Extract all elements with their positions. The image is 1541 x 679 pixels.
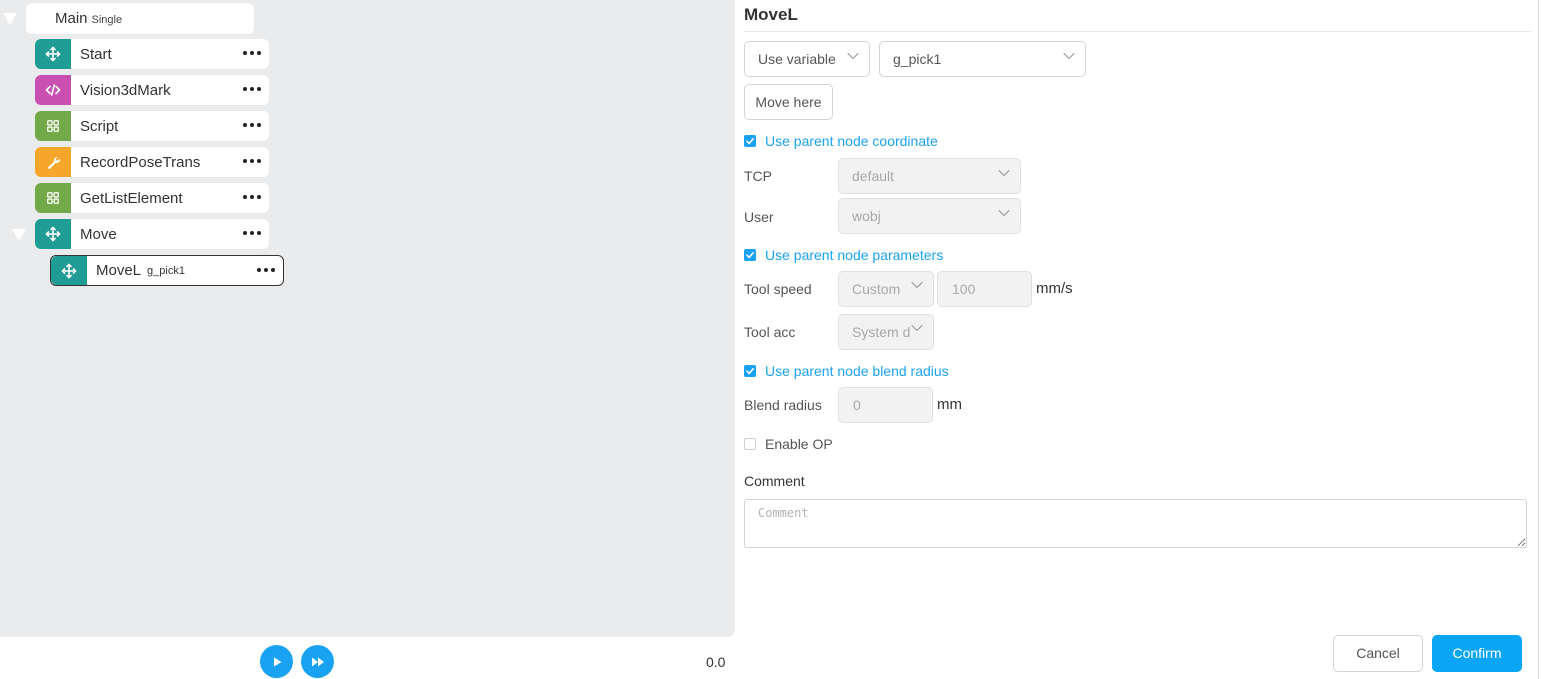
- user-select[interactable]: wobj: [838, 198, 1021, 234]
- tree-node-label: Start: [80, 45, 112, 63]
- tree-node-script[interactable]: Script: [35, 111, 269, 141]
- tree-node-label: MoveL: [96, 262, 142, 279]
- move-arrows-icon: [51, 256, 87, 285]
- tool-speed-mode-value: Custom: [852, 281, 901, 297]
- checkbox-unchecked-icon: [744, 438, 756, 450]
- more-options-icon[interactable]: [243, 46, 261, 60]
- variable-select-value: g_pick1: [893, 51, 942, 67]
- title-divider: [744, 31, 1531, 32]
- use-parent-parameters-checkbox[interactable]: Use parent node parameters: [744, 247, 943, 263]
- fast-forward-button[interactable]: [301, 645, 334, 678]
- source-select[interactable]: Use variable: [744, 41, 870, 77]
- more-options-icon[interactable]: [243, 82, 261, 96]
- move-arrows-icon: [35, 39, 71, 69]
- tree-node-main-sub: Single: [91, 14, 123, 26]
- source-select-value: Use variable: [758, 51, 836, 67]
- tree-node-main-label: Main: [55, 10, 88, 27]
- tool-acc-value: System d: [852, 324, 911, 340]
- tree-node-recordposetrans[interactable]: RecordPoseTrans: [35, 147, 269, 177]
- use-parent-blend-checkbox[interactable]: Use parent node blend radius: [744, 363, 949, 379]
- grid-icon: [35, 111, 71, 141]
- program-tree-panel: Main Single Start Vision3dMark Script Rec…: [0, 0, 735, 637]
- chevron-down-icon: [847, 52, 859, 60]
- enable-op-label: Enable OP: [765, 436, 833, 452]
- tree-node-vision3dmark[interactable]: Vision3dMark: [35, 75, 269, 105]
- tool-acc-select[interactable]: System d: [838, 314, 934, 350]
- tool-speed-input[interactable]: 100: [937, 271, 1032, 307]
- tree-node-move[interactable]: Move: [35, 219, 269, 249]
- collapse-move-caret-icon[interactable]: [12, 229, 26, 241]
- checkbox-checked-icon: [744, 135, 756, 147]
- user-select-value: wobj: [852, 208, 881, 224]
- grid-icon: [35, 183, 71, 213]
- fast-forward-icon: [311, 657, 324, 666]
- use-parent-coordinate-checkbox[interactable]: Use parent node coordinate: [744, 133, 938, 149]
- tree-node-label: Move: [80, 225, 117, 243]
- tree-node-movel[interactable]: MoveL g_pick1: [50, 255, 284, 286]
- more-options-icon[interactable]: [243, 190, 261, 204]
- chevron-down-icon: [911, 281, 923, 289]
- move-here-button[interactable]: Move here: [744, 84, 833, 120]
- wrench-icon: [35, 147, 71, 177]
- tool-acc-label: Tool acc: [744, 324, 796, 340]
- tool-speed-label: Tool speed: [744, 281, 812, 297]
- code-icon: [35, 75, 71, 105]
- blend-radius-unit: mm: [937, 396, 962, 413]
- user-label: User: [744, 209, 774, 225]
- use-parent-coordinate-label: Use parent node coordinate: [765, 133, 938, 149]
- blend-radius-label: Blend radius: [744, 397, 822, 413]
- tree-node-sub: g_pick1: [147, 264, 185, 277]
- move-arrows-icon: [35, 219, 71, 249]
- tree-node-main[interactable]: Main Single: [26, 3, 254, 34]
- comment-label: Comment: [744, 473, 805, 489]
- tcp-select[interactable]: default: [838, 158, 1021, 194]
- tool-speed-mode-select[interactable]: Custom: [838, 271, 934, 307]
- more-options-icon[interactable]: [257, 263, 275, 277]
- variable-select[interactable]: g_pick1: [879, 41, 1086, 77]
- chevron-down-icon: [911, 324, 923, 332]
- playback-time: 0.0: [706, 654, 726, 670]
- tree-node-label: Vision3dMark: [80, 81, 171, 99]
- use-parent-blend-label: Use parent node blend radius: [765, 363, 949, 379]
- tree-node-getlistelement[interactable]: GetListElement: [35, 183, 269, 213]
- chevron-down-icon: [1063, 52, 1075, 60]
- comment-textarea[interactable]: [744, 499, 1527, 548]
- more-options-icon[interactable]: [243, 226, 261, 240]
- play-button[interactable]: [260, 645, 293, 678]
- tree-node-label: RecordPoseTrans: [80, 153, 201, 171]
- tree-node-start[interactable]: Start: [35, 39, 269, 69]
- chevron-down-icon: [998, 209, 1010, 217]
- chevron-down-icon: [998, 169, 1010, 177]
- checkbox-checked-icon: [744, 249, 756, 261]
- tool-speed-unit: mm/s: [1036, 280, 1073, 297]
- blend-radius-input[interactable]: 0: [838, 387, 933, 423]
- play-icon: [273, 657, 281, 666]
- checkbox-checked-icon: [744, 365, 756, 377]
- tcp-select-value: default: [852, 168, 895, 184]
- more-options-icon[interactable]: [243, 118, 261, 132]
- confirm-button[interactable]: Confirm: [1432, 635, 1522, 672]
- tree-node-label: GetListElement: [80, 189, 183, 207]
- enable-op-checkbox[interactable]: Enable OP: [744, 436, 833, 452]
- tcp-label: TCP: [744, 168, 772, 184]
- use-parent-parameters-label: Use parent node parameters: [765, 247, 944, 263]
- cancel-button[interactable]: Cancel: [1333, 635, 1423, 672]
- panel-edge-divider: [1538, 0, 1539, 679]
- tree-node-label: Script: [80, 117, 119, 135]
- collapse-main-caret-icon[interactable]: [3, 13, 17, 25]
- more-options-icon[interactable]: [243, 154, 261, 168]
- form-title: MoveL: [744, 5, 798, 24]
